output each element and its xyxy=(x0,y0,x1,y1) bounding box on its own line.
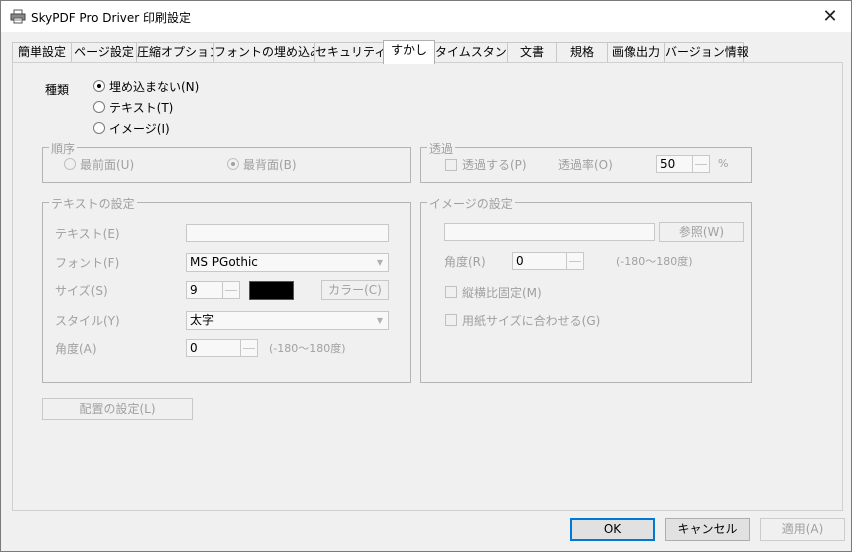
image-settings-label: イメージの設定 xyxy=(427,195,515,212)
window-title: SkyPDF Pro Driver 印刷設定 xyxy=(31,11,192,25)
font-select[interactable]: MS PGothic ▼ xyxy=(186,253,389,272)
transparency-rate-value: 50 xyxy=(660,157,676,171)
radio-back[interactable] xyxy=(227,158,239,170)
radio-text[interactable] xyxy=(93,101,105,113)
transparency-rate-label: 透過率(O) xyxy=(558,158,613,172)
watermark-page: 種類 埋め込まない(N) テキスト(T) イメージ(I) 順序 最前面(U) 最… xyxy=(12,62,843,511)
image-angle-spinner[interactable]: 0 xyxy=(512,252,584,270)
printer-icon xyxy=(10,9,26,24)
text-settings-group: テキストの設定 テキスト(E) フォント(F) MS PGothic ▼ サイズ… xyxy=(42,195,411,383)
radio-image[interactable] xyxy=(93,122,105,134)
radio-image-label: イメージ(I) xyxy=(109,122,170,136)
print-settings-window: SkyPDF Pro Driver 印刷設定 ✕ 簡単設定 ページ設定 圧縮オプ… xyxy=(0,0,852,552)
tab-font-embedding[interactable]: フォントの埋め込み xyxy=(213,42,322,63)
transparency-rate-spinner[interactable]: 50 xyxy=(656,155,710,173)
tab-document[interactable]: 文書 xyxy=(507,42,557,63)
image-path-input[interactable] xyxy=(444,223,655,241)
ok-button[interactable]: OK xyxy=(570,518,655,541)
font-value: MS PGothic xyxy=(190,255,258,269)
transparency-check-label: 透過する(P) xyxy=(462,158,527,172)
tab-standard[interactable]: 規格 xyxy=(556,42,608,63)
image-settings-group: イメージの設定 参照(W) 角度(R) 0 (-180～180度) 縦横比固定(… xyxy=(420,195,752,383)
tab-page[interactable]: ページ設定 xyxy=(71,42,137,63)
style-value: 太字 xyxy=(190,313,215,327)
tab-security[interactable]: セキュリティー xyxy=(314,42,398,63)
tab-version-info[interactable]: バージョン情報 xyxy=(664,42,749,63)
transparency-checkbox[interactable] xyxy=(445,159,457,171)
size-label: サイズ(S) xyxy=(55,284,108,298)
browse-button[interactable]: 参照(W) xyxy=(659,222,744,242)
spin-arrows-icon[interactable] xyxy=(222,282,239,298)
image-angle-label: 角度(R) xyxy=(444,255,486,269)
chevron-down-icon: ▼ xyxy=(376,257,384,267)
apply-button[interactable]: 適用(A) xyxy=(760,518,845,541)
radio-text-label: テキスト(T) xyxy=(109,101,174,115)
text-angle-range: (-180～180度) xyxy=(269,342,346,355)
percent-unit: % xyxy=(718,157,729,170)
image-angle-range: (-180～180度) xyxy=(616,255,693,268)
close-icon: ✕ xyxy=(822,6,838,27)
keep-ratio-checkbox[interactable] xyxy=(445,286,457,298)
spin-arrows-icon[interactable] xyxy=(566,253,583,269)
style-label: スタイル(Y) xyxy=(55,314,120,328)
cancel-button[interactable]: キャンセル xyxy=(665,518,750,541)
chevron-down-icon: ▼ xyxy=(376,315,384,325)
close-button[interactable]: ✕ xyxy=(809,1,851,32)
text-input[interactable] xyxy=(186,224,389,242)
layout-settings-button[interactable]: 配置の設定(L) xyxy=(42,398,193,420)
radio-front-label: 最前面(U) xyxy=(80,158,135,172)
color-button[interactable]: カラー(C) xyxy=(321,280,389,300)
size-value: 9 xyxy=(190,283,198,297)
kind-label: 種類 xyxy=(45,83,70,97)
tab-image-output[interactable]: 画像出力 xyxy=(607,42,665,63)
radio-front[interactable] xyxy=(64,158,76,170)
order-group: 順序 最前面(U) 最背面(B) xyxy=(42,140,411,183)
keep-ratio-label: 縦横比固定(M) xyxy=(462,286,542,300)
tab-timestamp[interactable]: タイムスタンプ xyxy=(434,42,518,63)
radio-none-label: 埋め込まない(N) xyxy=(109,80,200,94)
style-select[interactable]: 太字 ▼ xyxy=(186,311,389,330)
font-label: フォント(F) xyxy=(55,256,120,270)
text-label: テキスト(E) xyxy=(55,227,120,241)
radio-back-label: 最背面(B) xyxy=(243,158,297,172)
text-angle-label: 角度(A) xyxy=(55,342,97,356)
tab-compression[interactable]: 圧縮オプション xyxy=(136,42,221,63)
transparency-group-label: 透過 xyxy=(427,140,456,157)
fit-paper-label: 用紙サイズに合わせる(G) xyxy=(462,314,601,328)
transparency-group: 透過 透過する(P) 透過率(O) 50 % xyxy=(420,140,752,183)
spin-arrows-icon[interactable] xyxy=(240,340,257,356)
title-bar: SkyPDF Pro Driver 印刷設定 ✕ xyxy=(1,1,851,32)
order-group-label: 順序 xyxy=(49,140,78,157)
image-angle-value: 0 xyxy=(516,254,524,268)
text-angle-value: 0 xyxy=(190,341,198,355)
tab-simple[interactable]: 簡単設定 xyxy=(12,42,72,63)
text-settings-label: テキストの設定 xyxy=(49,195,137,212)
fit-paper-checkbox[interactable] xyxy=(445,314,457,326)
color-swatch xyxy=(249,281,294,300)
tab-watermark[interactable]: すかし xyxy=(383,40,435,64)
spin-arrows-icon[interactable] xyxy=(692,156,709,172)
text-angle-spinner[interactable]: 0 xyxy=(186,339,258,357)
radio-none[interactable] xyxy=(93,80,105,92)
size-spinner[interactable]: 9 xyxy=(186,281,240,299)
